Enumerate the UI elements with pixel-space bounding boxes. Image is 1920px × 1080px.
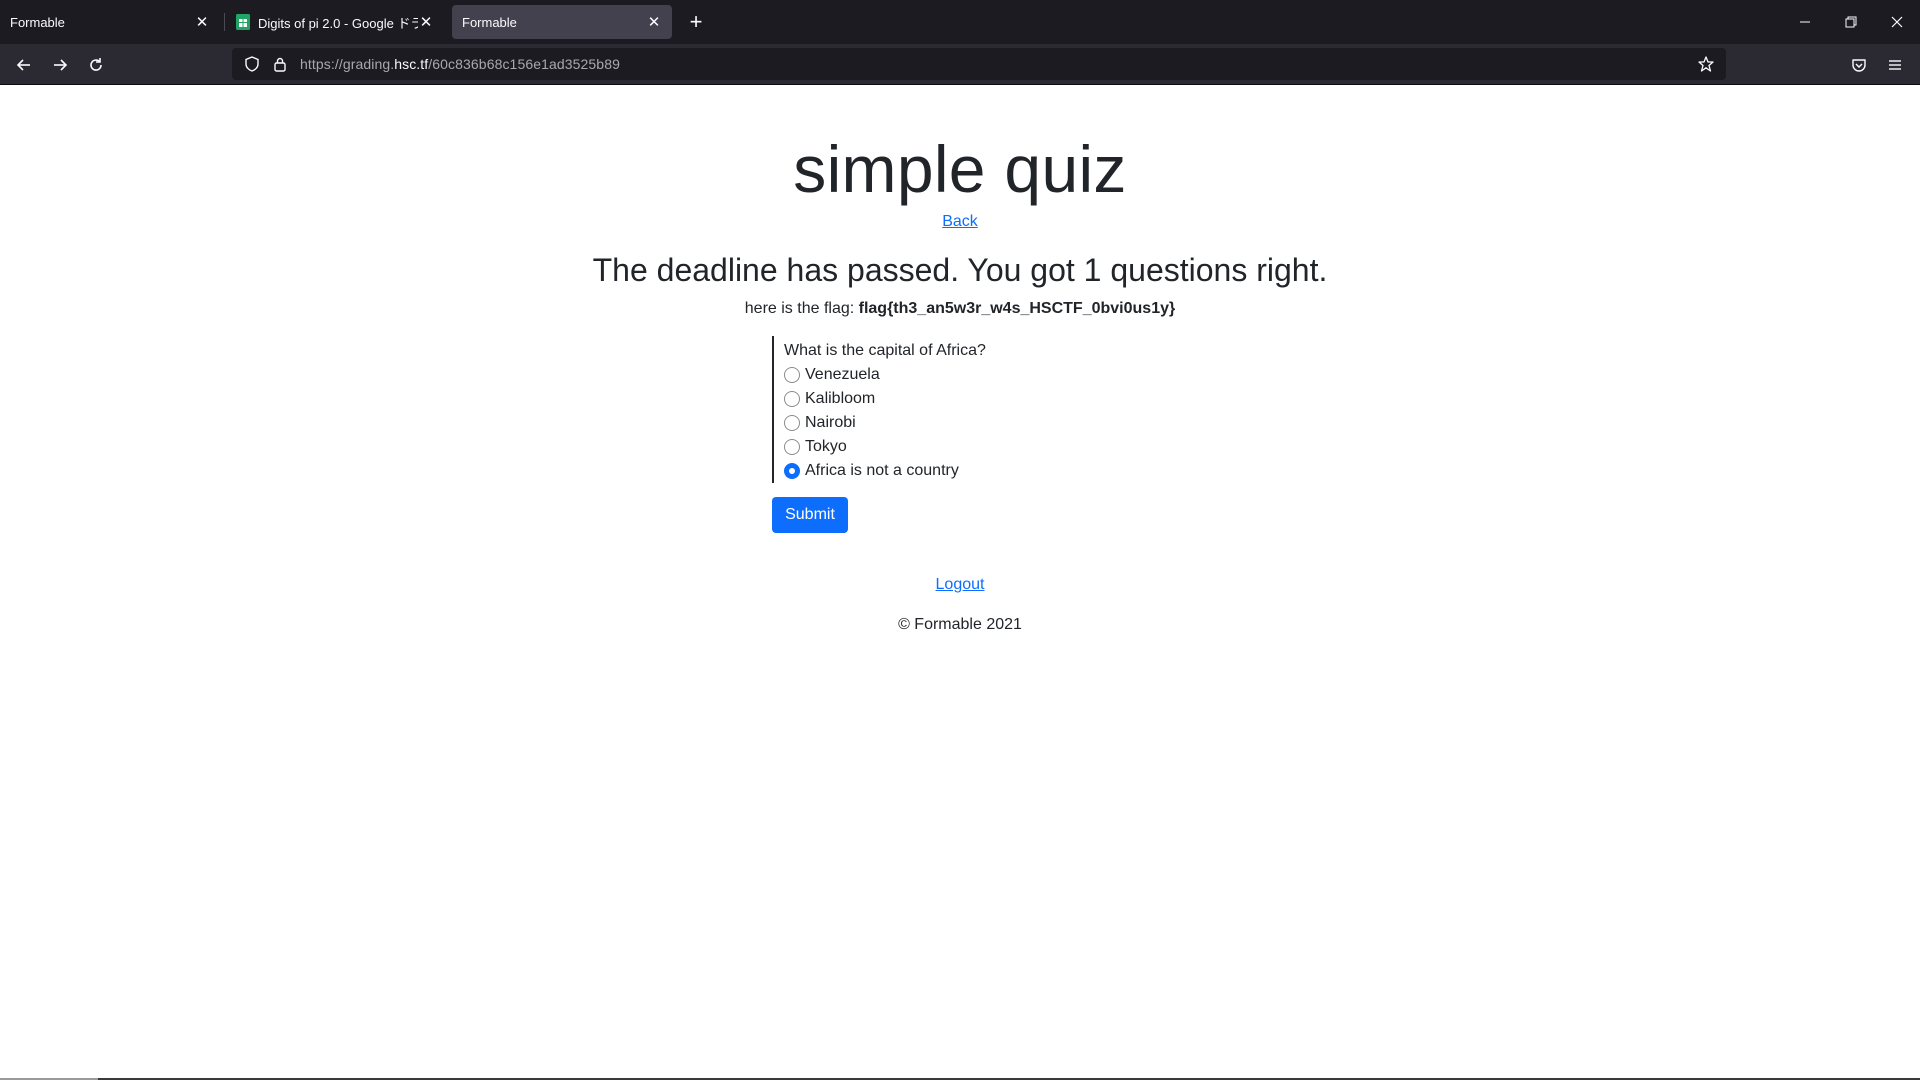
radio-button-checked[interactable]	[784, 463, 800, 479]
question-text: What is the capital of Africa?	[784, 342, 986, 359]
lock-icon[interactable]	[266, 50, 294, 78]
close-icon[interactable]: ✕	[194, 14, 210, 30]
close-window-button[interactable]	[1874, 0, 1920, 44]
url-host: hsc.tf	[394, 56, 429, 72]
tab-formable-1[interactable]: Formable ✕	[0, 5, 220, 39]
back-link[interactable]: Back	[942, 213, 978, 230]
url-path: /60c836b68c156e1ad3525b89	[428, 56, 620, 72]
minimize-button[interactable]	[1782, 0, 1828, 44]
pocket-icon	[1852, 59, 1866, 72]
shield-icon[interactable]	[238, 50, 266, 78]
tab-separator	[224, 13, 225, 31]
page-content: simple quiz Back The deadline has passed…	[0, 85, 1920, 1078]
restore-button[interactable]	[1828, 0, 1874, 44]
star-icon	[1698, 56, 1714, 72]
option-label: Nairobi	[805, 414, 856, 431]
reload-icon	[90, 58, 102, 71]
flag-line: here is the flag: flag{th3_an5w3r_w4s_HS…	[0, 300, 1920, 318]
flag-value: flag{th3_an5w3r_w4s_HSCTF_0bvi0us1y}	[858, 300, 1176, 317]
option-label: Africa is not a country	[805, 462, 959, 479]
forward-button[interactable]	[44, 50, 76, 80]
radio-button[interactable]	[784, 415, 800, 431]
option-venezuela[interactable]: Venezuela	[784, 363, 1172, 387]
option-label: Venezuela	[805, 366, 880, 383]
option-label: Tokyo	[805, 438, 847, 455]
logout-container: Logout	[0, 576, 1920, 594]
deadline-message: The deadline has passed. You got 1 quest…	[592, 252, 1328, 288]
option-tokyo[interactable]: Tokyo	[784, 435, 1172, 459]
tab-google-drive[interactable]: Digits of pi 2.0 - Google ドライブ ✕	[226, 5, 444, 39]
tab-bar: Formable ✕ Digits of pi 2.0 - Google ドライ…	[0, 0, 1920, 44]
arrow-left-icon	[16, 59, 30, 71]
tab-label: Digits of pi 2.0 - Google ドライブ	[258, 15, 418, 31]
back-link-container: Back	[0, 213, 1920, 231]
radio-button[interactable]	[784, 439, 800, 455]
pocket-button[interactable]	[1843, 50, 1875, 80]
tab-label: Formable	[10, 14, 65, 30]
google-sheets-icon	[236, 14, 250, 30]
radio-button[interactable]	[784, 367, 800, 383]
hamburger-menu-icon	[1889, 60, 1901, 70]
reload-button[interactable]	[80, 50, 112, 80]
arrow-right-icon	[54, 59, 68, 71]
url-text[interactable]: https://grading.hsc.tf/60c836b68c156e1ad…	[300, 56, 620, 72]
page-title: simple quiz	[793, 132, 1127, 206]
close-icon[interactable]: ✕	[646, 14, 662, 30]
close-icon[interactable]: ✕	[418, 14, 434, 30]
option-label: Kalibloom	[805, 390, 876, 407]
footer-copyright: © Formable 2021	[898, 616, 1022, 633]
option-nairobi[interactable]: Nairobi	[784, 411, 1172, 435]
radio-button[interactable]	[784, 391, 800, 407]
menu-button[interactable]	[1879, 50, 1911, 80]
new-tab-button[interactable]: +	[682, 8, 710, 36]
logout-link[interactable]: Logout	[936, 576, 985, 593]
minimize-icon	[1800, 21, 1810, 23]
bookmark-star-button[interactable]	[1692, 50, 1720, 78]
close-icon	[1891, 16, 1903, 28]
option-kalibloom[interactable]: Kalibloom	[784, 387, 1172, 411]
navigation-bar: https://grading.hsc.tf/60c836b68c156e1ad…	[0, 44, 1920, 85]
tab-formable-active[interactable]: Formable ✕	[452, 5, 672, 39]
flag-prefix: here is the flag:	[744, 300, 859, 317]
submit-button[interactable]: Submit	[772, 497, 848, 533]
restore-icon	[1845, 16, 1857, 28]
tab-label: Formable	[462, 14, 517, 30]
question-block: What is the capital of Africa? Venezuela…	[772, 336, 1172, 483]
url-prefix: https://grading.	[300, 56, 395, 72]
back-button[interactable]	[8, 50, 40, 80]
option-africa-not-country[interactable]: Africa is not a country	[784, 459, 1172, 483]
url-bar[interactable]: https://grading.hsc.tf/60c836b68c156e1ad…	[232, 48, 1726, 80]
